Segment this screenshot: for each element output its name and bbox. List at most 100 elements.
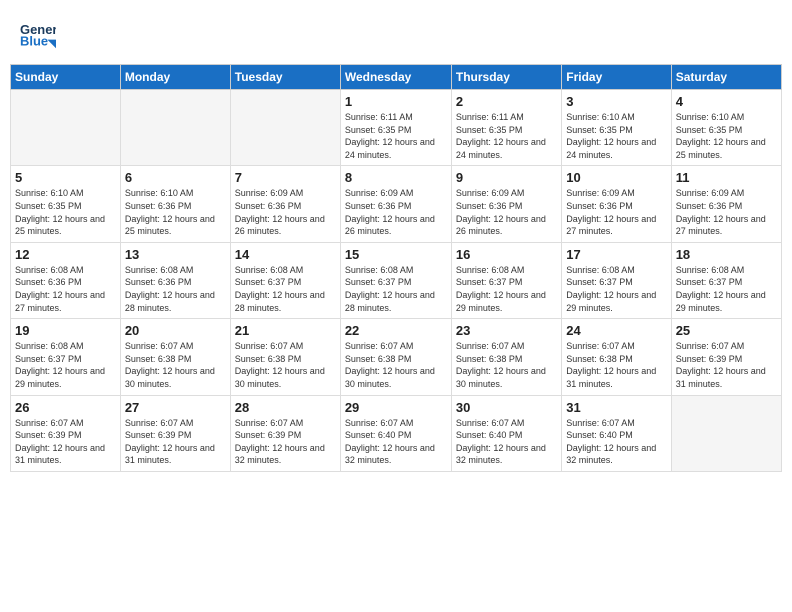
day-number: 9 bbox=[456, 170, 557, 185]
day-number: 24 bbox=[566, 323, 666, 338]
day-info: Sunrise: 6:08 AM Sunset: 6:37 PM Dayligh… bbox=[235, 264, 336, 314]
day-number: 1 bbox=[345, 94, 447, 109]
day-number: 29 bbox=[345, 400, 447, 415]
day-info: Sunrise: 6:07 AM Sunset: 6:39 PM Dayligh… bbox=[676, 340, 777, 390]
day-info: Sunrise: 6:07 AM Sunset: 6:40 PM Dayligh… bbox=[345, 417, 447, 467]
calendar-cell: 12Sunrise: 6:08 AM Sunset: 6:36 PM Dayli… bbox=[11, 242, 121, 318]
page-header: General Blue bbox=[10, 10, 782, 60]
day-number: 11 bbox=[676, 170, 777, 185]
calendar-week-row: 19 Sunrise: 6:08 AM Sunset: 6:37 PM Dayli… bbox=[11, 319, 782, 395]
day-info: Sunrise: 6:11 AM Sunset: 6:35 PM Dayligh… bbox=[456, 111, 557, 161]
day-number: 7 bbox=[235, 170, 336, 185]
calendar-cell: 4 Sunrise: 6:10 AM Sunset: 6:35 PM Daylig… bbox=[671, 90, 781, 166]
day-info: Sunrise: 6:11 AM Sunset: 6:35 PM Dayligh… bbox=[345, 111, 447, 161]
calendar-cell: 27 Sunrise: 6:07 AM Sunset: 6:39 PM Dayli… bbox=[120, 395, 230, 471]
calendar-cell: 23 Sunrise: 6:07 AM Sunset: 6:38 PM Dayli… bbox=[451, 319, 561, 395]
day-number: 30 bbox=[456, 400, 557, 415]
calendar-cell: 25Sunrise: 6:07 AM Sunset: 6:39 PM Dayli… bbox=[671, 319, 781, 395]
logo: General Blue bbox=[20, 18, 60, 54]
weekday-header: Sunday bbox=[11, 65, 121, 90]
calendar-cell: 24Sunrise: 6:07 AM Sunset: 6:38 PM Dayli… bbox=[562, 319, 671, 395]
day-number: 14 bbox=[235, 247, 336, 262]
calendar-cell: 28 Sunrise: 6:07 AM Sunset: 6:39 PM Dayli… bbox=[230, 395, 340, 471]
day-info: Sunrise: 6:07 AM Sunset: 6:40 PM Dayligh… bbox=[566, 417, 666, 467]
calendar-week-row: 26 Sunrise: 6:07 AM Sunset: 6:39 PM Dayli… bbox=[11, 395, 782, 471]
day-info: Sunrise: 6:08 AM Sunset: 6:37 PM Dayligh… bbox=[345, 264, 447, 314]
weekday-header: Thursday bbox=[451, 65, 561, 90]
day-info: Sunrise: 6:07 AM Sunset: 6:40 PM Dayligh… bbox=[456, 417, 557, 467]
day-info: Sunrise: 6:09 AM Sunset: 6:36 PM Dayligh… bbox=[566, 187, 666, 237]
day-number: 21 bbox=[235, 323, 336, 338]
calendar-cell: 3Sunrise: 6:10 AM Sunset: 6:35 PM Daylig… bbox=[562, 90, 671, 166]
calendar-cell: 18 Sunrise: 6:08 AM Sunset: 6:37 PM Dayli… bbox=[671, 242, 781, 318]
calendar-cell: 20 Sunrise: 6:07 AM Sunset: 6:38 PM Dayli… bbox=[120, 319, 230, 395]
calendar-cell: 30 Sunrise: 6:07 AM Sunset: 6:40 PM Dayli… bbox=[451, 395, 561, 471]
calendar-cell: 5Sunrise: 6:10 AM Sunset: 6:35 PM Daylig… bbox=[11, 166, 121, 242]
calendar-cell: 21 Sunrise: 6:07 AM Sunset: 6:38 PM Dayli… bbox=[230, 319, 340, 395]
calendar-cell: 17Sunrise: 6:08 AM Sunset: 6:37 PM Dayli… bbox=[562, 242, 671, 318]
calendar-cell: 15 Sunrise: 6:08 AM Sunset: 6:37 PM Dayli… bbox=[340, 242, 451, 318]
day-number: 2 bbox=[456, 94, 557, 109]
calendar-cell: 1 Sunrise: 6:11 AM Sunset: 6:35 PM Daylig… bbox=[340, 90, 451, 166]
day-number: 18 bbox=[676, 247, 777, 262]
day-info: Sunrise: 6:07 AM Sunset: 6:38 PM Dayligh… bbox=[235, 340, 336, 390]
calendar-cell: 13 Sunrise: 6:08 AM Sunset: 6:36 PM Dayli… bbox=[120, 242, 230, 318]
weekday-header: Monday bbox=[120, 65, 230, 90]
day-info: Sunrise: 6:07 AM Sunset: 6:38 PM Dayligh… bbox=[125, 340, 226, 390]
calendar-cell: 2 Sunrise: 6:11 AM Sunset: 6:35 PM Daylig… bbox=[451, 90, 561, 166]
day-number: 15 bbox=[345, 247, 447, 262]
day-info: Sunrise: 6:07 AM Sunset: 6:38 PM Dayligh… bbox=[456, 340, 557, 390]
day-info: Sunrise: 6:09 AM Sunset: 6:36 PM Dayligh… bbox=[345, 187, 447, 237]
day-number: 22 bbox=[345, 323, 447, 338]
day-number: 23 bbox=[456, 323, 557, 338]
day-number: 13 bbox=[125, 247, 226, 262]
day-info: Sunrise: 6:10 AM Sunset: 6:36 PM Dayligh… bbox=[125, 187, 226, 237]
calendar-cell: 14 Sunrise: 6:08 AM Sunset: 6:37 PM Dayli… bbox=[230, 242, 340, 318]
day-number: 28 bbox=[235, 400, 336, 415]
day-number: 26 bbox=[15, 400, 116, 415]
calendar-cell: 31 Sunrise: 6:07 AM Sunset: 6:40 PM Dayli… bbox=[562, 395, 671, 471]
day-number: 4 bbox=[676, 94, 777, 109]
day-info: Sunrise: 6:09 AM Sunset: 6:36 PM Dayligh… bbox=[456, 187, 557, 237]
day-number: 6 bbox=[125, 170, 226, 185]
day-info: Sunrise: 6:08 AM Sunset: 6:37 PM Dayligh… bbox=[676, 264, 777, 314]
day-number: 19 bbox=[15, 323, 116, 338]
day-info: Sunrise: 6:07 AM Sunset: 6:39 PM Dayligh… bbox=[125, 417, 226, 467]
calendar-cell: 7 Sunrise: 6:09 AM Sunset: 6:36 PM Daylig… bbox=[230, 166, 340, 242]
day-number: 12 bbox=[15, 247, 116, 262]
calendar-cell: 29 Sunrise: 6:07 AM Sunset: 6:40 PM Dayli… bbox=[340, 395, 451, 471]
day-number: 20 bbox=[125, 323, 226, 338]
calendar-cell bbox=[11, 90, 121, 166]
calendar-header-row: SundayMondayTuesdayWednesdayThursdayFrid… bbox=[11, 65, 782, 90]
day-info: Sunrise: 6:09 AM Sunset: 6:36 PM Dayligh… bbox=[235, 187, 336, 237]
day-number: 31 bbox=[566, 400, 666, 415]
day-info: Sunrise: 6:07 AM Sunset: 6:39 PM Dayligh… bbox=[235, 417, 336, 467]
calendar-cell: 19 Sunrise: 6:08 AM Sunset: 6:37 PM Dayli… bbox=[11, 319, 121, 395]
calendar-cell: 26 Sunrise: 6:07 AM Sunset: 6:39 PM Dayli… bbox=[11, 395, 121, 471]
calendar-cell bbox=[671, 395, 781, 471]
svg-text:Blue: Blue bbox=[20, 33, 48, 48]
day-info: Sunrise: 6:10 AM Sunset: 6:35 PM Dayligh… bbox=[15, 187, 116, 237]
day-info: Sunrise: 6:07 AM Sunset: 6:38 PM Dayligh… bbox=[345, 340, 447, 390]
day-number: 17 bbox=[566, 247, 666, 262]
calendar-cell: 22 Sunrise: 6:07 AM Sunset: 6:38 PM Dayli… bbox=[340, 319, 451, 395]
day-info: Sunrise: 6:10 AM Sunset: 6:35 PM Dayligh… bbox=[566, 111, 666, 161]
day-info: Sunrise: 6:08 AM Sunset: 6:37 PM Dayligh… bbox=[456, 264, 557, 314]
calendar-week-row: 5Sunrise: 6:10 AM Sunset: 6:35 PM Daylig… bbox=[11, 166, 782, 242]
day-info: Sunrise: 6:10 AM Sunset: 6:35 PM Dayligh… bbox=[676, 111, 777, 161]
day-info: Sunrise: 6:07 AM Sunset: 6:39 PM Dayligh… bbox=[15, 417, 116, 467]
calendar-cell: 6 Sunrise: 6:10 AM Sunset: 6:36 PM Daylig… bbox=[120, 166, 230, 242]
calendar-cell: 9 Sunrise: 6:09 AM Sunset: 6:36 PM Daylig… bbox=[451, 166, 561, 242]
calendar-cell: 8 Sunrise: 6:09 AM Sunset: 6:36 PM Daylig… bbox=[340, 166, 451, 242]
calendar-table: SundayMondayTuesdayWednesdayThursdayFrid… bbox=[10, 64, 782, 472]
day-info: Sunrise: 6:08 AM Sunset: 6:37 PM Dayligh… bbox=[15, 340, 116, 390]
weekday-header: Wednesday bbox=[340, 65, 451, 90]
day-info: Sunrise: 6:08 AM Sunset: 6:36 PM Dayligh… bbox=[125, 264, 226, 314]
day-number: 27 bbox=[125, 400, 226, 415]
calendar-cell: 10Sunrise: 6:09 AM Sunset: 6:36 PM Dayli… bbox=[562, 166, 671, 242]
day-number: 8 bbox=[345, 170, 447, 185]
calendar-week-row: 12 Sunrise: 6:08 AM Sunset: 6:36 PM Dayli… bbox=[11, 242, 782, 318]
calendar-cell: 16 Sunrise: 6:08 AM Sunset: 6:37 PM Dayli… bbox=[451, 242, 561, 318]
calendar-body: 1 Sunrise: 6:11 AM Sunset: 6:35 PM Daylig… bbox=[11, 90, 782, 472]
day-number: 16 bbox=[456, 247, 557, 262]
